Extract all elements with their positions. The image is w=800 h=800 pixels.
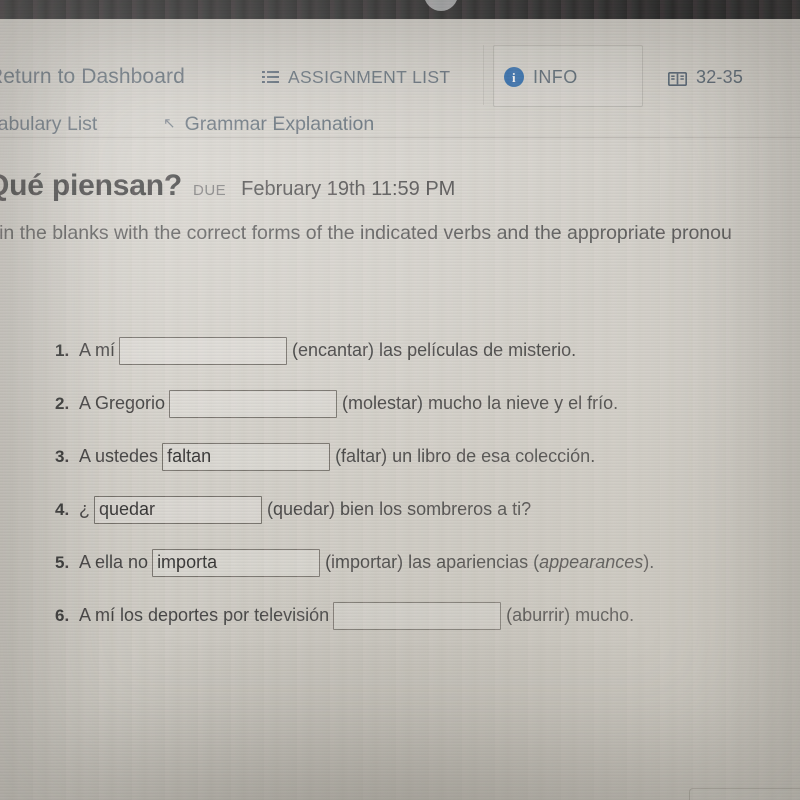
answer-input-4[interactable] [94, 495, 262, 524]
question-number: 3. [55, 446, 70, 466]
question-prefix-text: A Gregorio [79, 393, 166, 413]
question-prefix-text: A mí [79, 340, 116, 360]
assignment-list-label: ASSIGNMENT LIST [288, 66, 451, 87]
question-suffix-text: (molestar) mucho la nieve y el frío. [342, 393, 619, 413]
info-circle-icon: i [504, 67, 524, 87]
list-icon [262, 70, 279, 84]
nav-divider [0, 137, 800, 138]
top-navigation-bar: Return to Dashboard ASSIGNMENT LIST i IN… [0, 56, 800, 98]
question-suffix-text: (importar) las apariencias ( [325, 552, 540, 572]
vocabulary-list-label: ocabulary List [0, 112, 98, 135]
nav-item-info[interactable]: i INFO [504, 67, 578, 88]
question-number: 6. [55, 605, 70, 625]
front-camera-notch [424, 0, 458, 11]
page-title: Qué piensan? [0, 169, 182, 202]
screenshot-root: Return to Dashboard ASSIGNMENT LIST i IN… [0, 0, 800, 800]
question-prefix-text: A ella no [79, 552, 149, 572]
question-number: 2. [55, 393, 70, 413]
return-to-dashboard-label: Return to Dashboard [0, 65, 185, 88]
grammar-explanation-label: Grammar Explanation [184, 112, 375, 135]
question-number: 4. [55, 499, 70, 519]
device-top-bezel [0, 0, 800, 19]
nav-item-return-to-dashboard[interactable]: Return to Dashboard [0, 65, 185, 89]
question-row: 4. ¿ (quedar) bien los sombreros a ti? [55, 483, 795, 536]
pages-label: 32-35 [696, 66, 744, 87]
question-row: 5. A ella no (importar) las apariencias (a… [55, 536, 795, 589]
assignment-page: Return to Dashboard ASSIGNMENT LIST i IN… [0, 19, 800, 800]
question-suffix-text: (aburrir) mucho. [506, 605, 635, 625]
bottom-action-button[interactable] [689, 788, 800, 800]
question-list: 1. A mí (encantar) las películas de mister… [55, 324, 795, 642]
info-label: INFO [533, 66, 578, 87]
question-suffix-text-end: ). [643, 552, 655, 572]
nav-item-pages[interactable]: 32-35 [667, 66, 744, 88]
nav-item-vocabulary-list[interactable]: ocabulary List [0, 113, 97, 136]
nav-item-grammar-explanation[interactable]: ↖ Grammar Explanation [163, 113, 374, 136]
question-row: 1. A mí (encantar) las películas de mister… [55, 324, 795, 377]
answer-input-3[interactable] [162, 442, 331, 471]
question-row: 3. A ustedes (faltar) un libro de esa cole… [55, 430, 795, 483]
answer-input-1[interactable] [119, 336, 288, 365]
question-number: 1. [55, 340, 70, 360]
question-number: 5. [55, 552, 70, 572]
instructions-text: ll in the blanks with the correct forms … [0, 222, 732, 244]
nav-item-assignment-list[interactable]: ASSIGNMENT LIST [262, 67, 450, 88]
question-prefix-text: ¿ [79, 499, 90, 519]
due-date: February 19th 11:59 PM [241, 178, 456, 200]
book-icon [667, 70, 688, 87]
question-prefix-text: A mí los deportes por televisión [79, 605, 330, 625]
answer-input-2[interactable] [169, 389, 338, 418]
question-prefix-text: A ustedes [79, 446, 159, 466]
question-suffix-text: (encantar) las películas de misterio. [292, 340, 577, 360]
assignment-header: Qué piensan? DUE February 19th 11:59 PM [0, 169, 455, 203]
answer-input-6[interactable] [333, 601, 502, 630]
question-row: 2. A Gregorio (molestar) mucho la nieve y … [55, 377, 795, 430]
question-suffix-text: (faltar) un libro de esa colección. [335, 446, 596, 466]
answer-input-5[interactable] [152, 548, 321, 577]
due-label: DUE [192, 182, 227, 199]
question-row: 6. A mí los deportes por televisión (aburr… [55, 589, 795, 642]
question-suffix-text: (quedar) bien los sombreros a ti? [267, 499, 532, 519]
question-suffix-gloss: appearances [539, 552, 644, 572]
sub-navigation-bar: ocabulary List ↖ Grammar Explanation [0, 104, 800, 144]
arrow-up-left-icon: ↖ [163, 115, 176, 132]
